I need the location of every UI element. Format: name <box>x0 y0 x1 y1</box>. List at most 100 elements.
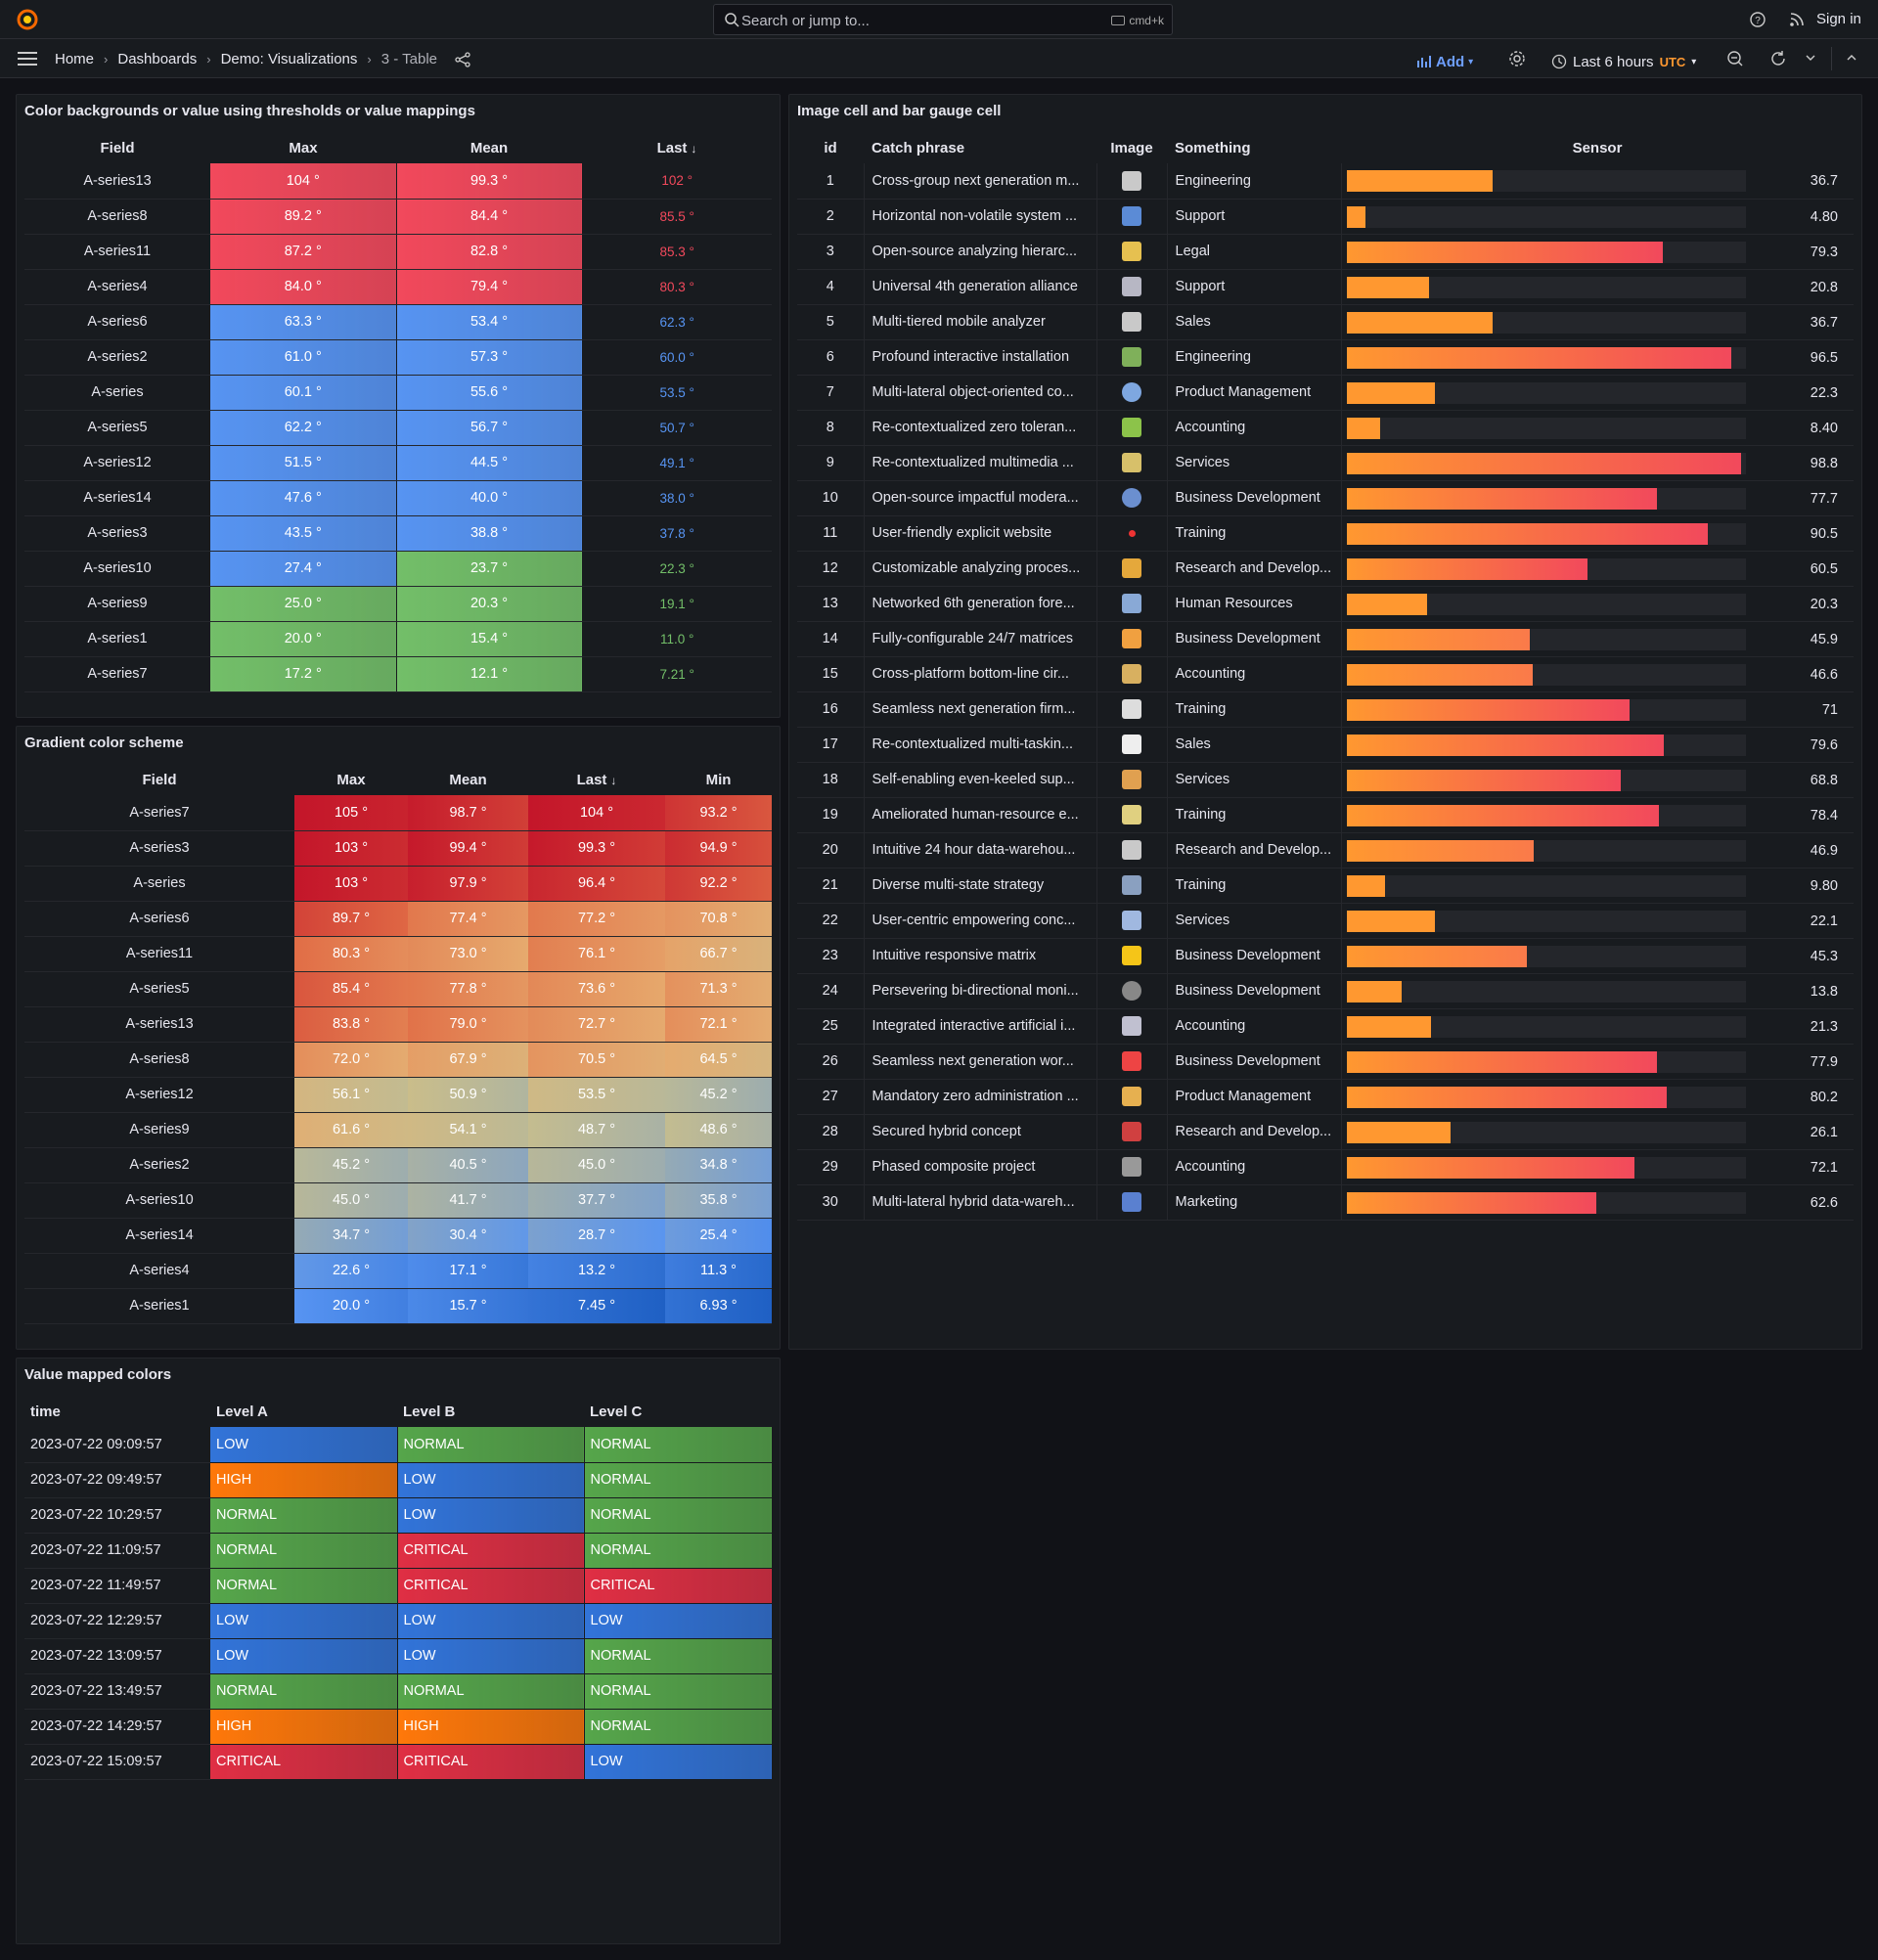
panel-title[interactable]: Gradient color scheme <box>24 735 184 751</box>
table-cell: 37.7 ° <box>528 1182 665 1219</box>
table-cell: A-series12 <box>24 1077 294 1113</box>
column-header[interactable]: Mean <box>408 764 528 795</box>
table-row: A-series5 85.4 ° 77.8 ° 73.6 ° 71.3 ° <box>24 971 772 1007</box>
zoom-out-icon[interactable] <box>1726 50 1744 67</box>
column-header[interactable]: Something <box>1167 132 1341 163</box>
table-cell: A-series6 <box>24 901 294 937</box>
breadcrumb-home[interactable]: Home <box>55 51 94 67</box>
ball-icon <box>1122 981 1141 1001</box>
bar-gauge-fill <box>1346 1086 1667 1108</box>
share-icon[interactable] <box>455 51 470 67</box>
bar-gauge-track <box>1346 1050 1746 1073</box>
column-header[interactable]: Last ↓ <box>582 132 772 163</box>
something-cell: Training <box>1167 868 1342 904</box>
bar-gauge-fill <box>1346 557 1588 580</box>
sign-in-link[interactable]: Sign in <box>1816 11 1861 27</box>
table-cell: A-series11 <box>24 234 210 270</box>
table-cell: 17.2 ° <box>210 656 397 692</box>
column-header[interactable]: Last ↓ <box>528 764 665 795</box>
column-header[interactable]: Max <box>210 132 396 163</box>
bar-gauge-fill <box>1346 241 1664 263</box>
table-row: 1 Cross-group next generation m... Enginee… <box>797 163 1854 200</box>
panel-title[interactable]: Color backgrounds or value using thresho… <box>24 103 475 119</box>
image-bar-gauge-table: id Catch phrase Image Something Sensor 1 Cros… <box>797 132 1854 1221</box>
table-cell: 72.1 ° <box>665 1006 772 1043</box>
table-cell: CRITICAL <box>584 1568 773 1604</box>
column-header[interactable]: Level C <box>584 1396 772 1427</box>
time-range-label: Last 6 hours <box>1573 53 1654 70</box>
collapse-chevron-up-icon[interactable] <box>1846 52 1857 64</box>
column-header[interactable]: Field <box>24 764 294 795</box>
table-cell: NORMAL <box>584 1427 773 1463</box>
something-cell: Accounting <box>1167 656 1342 692</box>
table-cell: NORMAL <box>584 1462 773 1498</box>
column-header[interactable]: Max <box>294 764 408 795</box>
table-cell: 2023-07-22 11:49:57 <box>24 1568 210 1604</box>
add-panel-icon <box>1417 56 1431 67</box>
sensor-value: 20.3 <box>1810 596 1838 612</box>
table-cell: NORMAL <box>210 1533 398 1569</box>
table-cell: A-series10 <box>24 551 210 587</box>
panel-title[interactable]: Image cell and bar gauge cell <box>797 103 1001 119</box>
breadcrumb-folder[interactable]: Demo: Visualizations <box>221 51 358 67</box>
settings-icon[interactable] <box>1508 50 1526 67</box>
column-header[interactable]: time <box>24 1396 210 1427</box>
column-header[interactable]: Level A <box>210 1396 397 1427</box>
news-feed-icon[interactable] <box>1789 12 1805 27</box>
table-row: 18 Self-enabling even-keeled sup... Servic… <box>797 762 1854 798</box>
column-header[interactable]: Sensor <box>1341 132 1854 163</box>
table-cell: A-series13 <box>24 1006 294 1043</box>
table-cell: 41.7 ° <box>408 1182 528 1219</box>
catch-phrase-cell: Ameliorated human-resource e... <box>864 797 1097 833</box>
id-cell: 15 <box>797 656 865 692</box>
table-cell: A-series4 <box>24 269 210 305</box>
sensor-cell: 22.3 <box>1341 375 1854 411</box>
clock-icon <box>1551 54 1567 69</box>
search-icon <box>725 13 739 27</box>
sensor-value: 98.8 <box>1810 455 1838 471</box>
column-header[interactable]: Level B <box>397 1396 584 1427</box>
table-cell: 89.2 ° <box>210 199 397 235</box>
sort-down-icon: ↓ <box>610 773 617 787</box>
something-cell: Business Development <box>1167 480 1342 516</box>
sensor-value: 60.5 <box>1810 560 1838 577</box>
column-header[interactable]: Image <box>1096 132 1167 163</box>
bar-gauge-fill <box>1346 346 1732 369</box>
something-cell: Accounting <box>1167 1008 1342 1045</box>
time-range-picker[interactable]: Last 6 hours UTC ▾ <box>1551 50 1696 73</box>
bar-gauge-track <box>1346 663 1746 686</box>
sensor-cell: 20.3 <box>1341 586 1854 622</box>
sensor-value: 62.6 <box>1810 1194 1838 1211</box>
bar-gauge-fill <box>1346 452 1741 474</box>
column-header[interactable]: Mean <box>396 132 582 163</box>
image-cell <box>1096 445 1168 481</box>
help-icon[interactable]: ? <box>1749 11 1766 28</box>
id-cell: 23 <box>797 938 865 974</box>
table-cell: 85.4 ° <box>294 971 408 1007</box>
column-header[interactable]: Catch phrase <box>864 132 1096 163</box>
puzzle-icon <box>1122 418 1141 437</box>
grafana-logo-icon[interactable] <box>16 8 39 31</box>
column-header[interactable]: id <box>797 132 864 163</box>
image-cell <box>1096 375 1168 411</box>
table-cell: A-series9 <box>24 586 210 622</box>
breadcrumb: Home › Dashboards › Demo: Visualizations › … <box>55 51 470 67</box>
menu-icon[interactable] <box>18 51 37 67</box>
id-cell: 2 <box>797 199 865 235</box>
table-cell: NORMAL <box>584 1673 773 1710</box>
column-header[interactable]: Field <box>24 132 210 163</box>
value-mapped-table: time Level A Level B Level C 2023-07-22 09:… <box>24 1396 773 1780</box>
add-button[interactable]: Add ▾ <box>1416 50 1473 73</box>
keyboard-icon <box>1111 16 1126 25</box>
refresh-interval-chevron-icon[interactable] <box>1805 52 1816 64</box>
refresh-icon[interactable] <box>1769 50 1787 67</box>
table-cell: 103 ° <box>294 866 408 902</box>
search-input[interactable]: Search or jump to... cmd+k <box>713 4 1173 35</box>
table-cell: 67.9 ° <box>408 1042 528 1078</box>
table-cell: NORMAL <box>584 1709 773 1745</box>
id-cell: 10 <box>797 480 865 516</box>
panel-title[interactable]: Value mapped colors <box>24 1366 171 1383</box>
breadcrumb-dashboards[interactable]: Dashboards <box>117 51 197 67</box>
column-header[interactable]: Min <box>665 764 772 795</box>
sensor-value: 78.4 <box>1810 807 1838 824</box>
